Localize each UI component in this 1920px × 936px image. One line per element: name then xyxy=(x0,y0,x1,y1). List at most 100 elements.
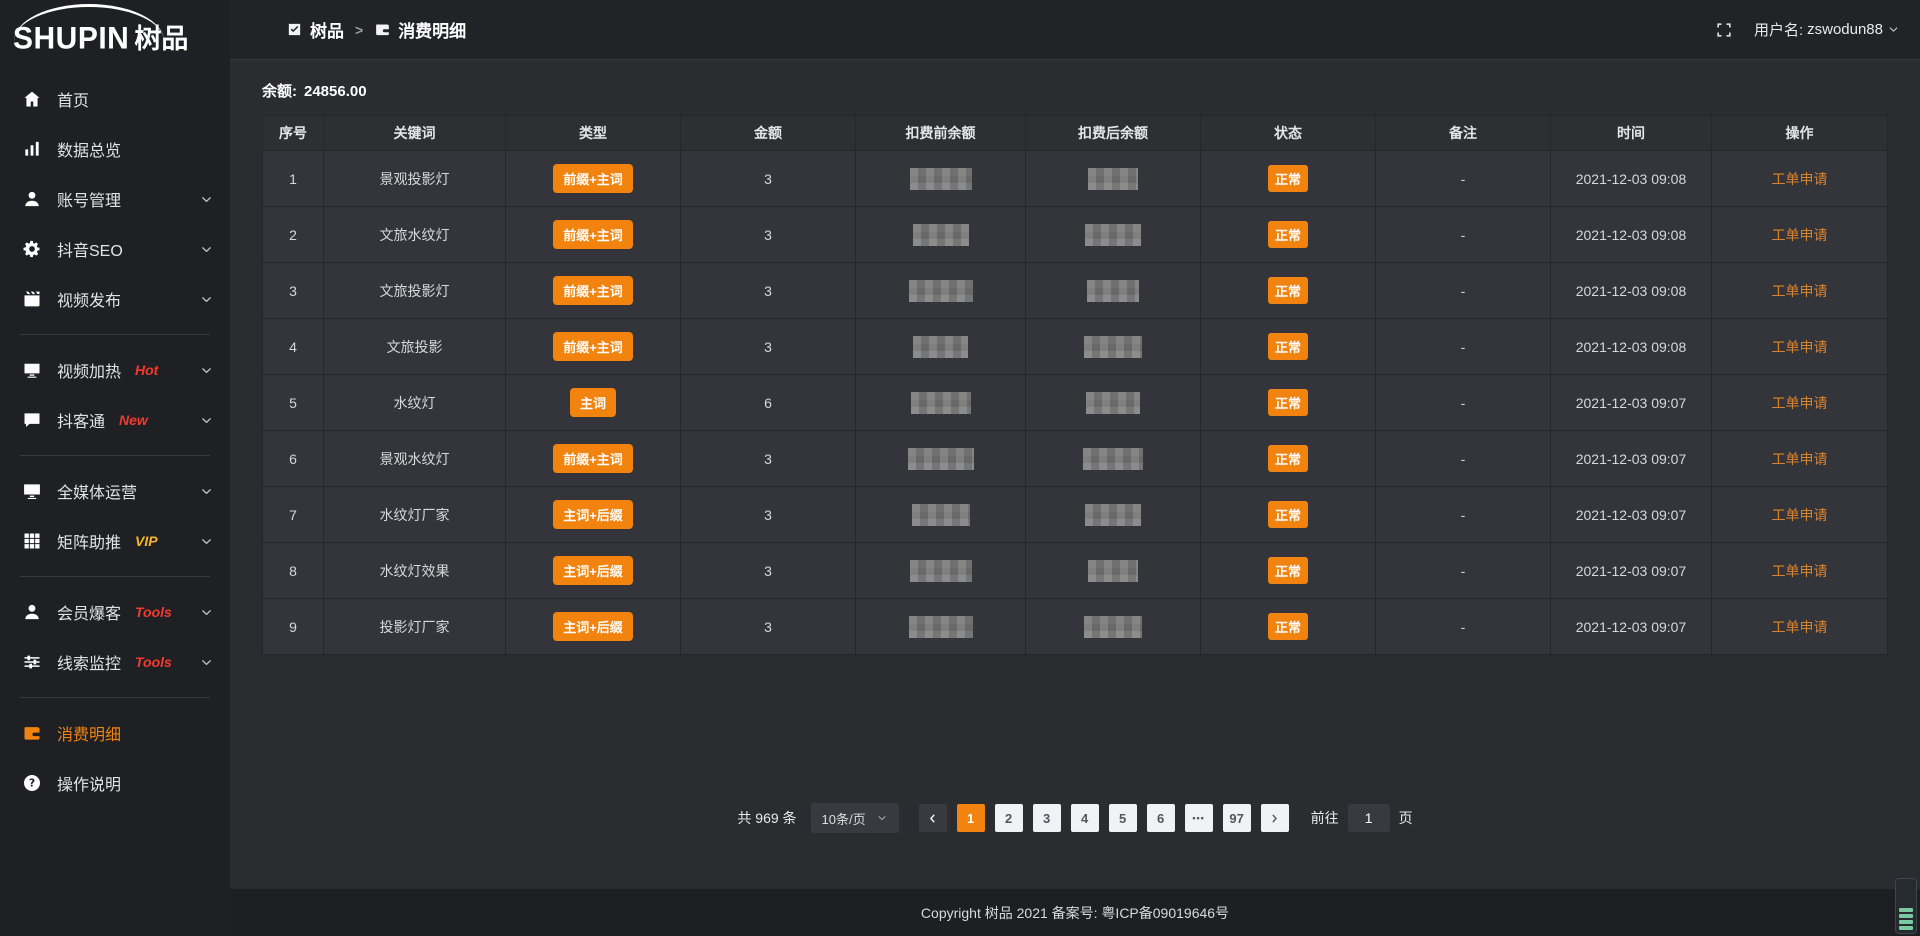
status-badge: 正常 xyxy=(1268,277,1308,304)
sidebar-item-0[interactable]: 首页 xyxy=(0,74,230,124)
censored-value xyxy=(908,448,974,470)
widget-bar xyxy=(1899,920,1913,924)
footer: Copyright 树品 2021 备案号: 粤ICP备09019646号 xyxy=(230,889,1920,936)
sidebar-item-2[interactable]: 账号管理 xyxy=(0,174,230,224)
work-order-link[interactable]: 工单申请 xyxy=(1772,451,1828,467)
sidebar-item-11[interactable]: 消费明细 xyxy=(0,708,230,758)
sidebar-item-label: 抖音SEO xyxy=(57,237,123,261)
table-row: 6景观水纹灯前缀+主词3正常-2021-12-03 09:07工单申请 xyxy=(263,431,1888,487)
pagination-total: 共 969 条 xyxy=(737,808,796,828)
censored-value xyxy=(909,280,973,302)
sidebar-nav: 首页数据总览账号管理抖音SEO视频发布视频加热Hot抖客通New全媒体运营矩阵助… xyxy=(0,64,230,808)
sidebar-item-label: 数据总览 xyxy=(57,137,121,161)
cell-keyword: 文旅投影灯 xyxy=(324,263,506,319)
table-row: 4文旅投影前缀+主词3正常-2021-12-03 09:08工单申请 xyxy=(263,319,1888,375)
page-ellipsis-button[interactable]: ••• xyxy=(1185,804,1213,832)
cell-action: 工单申请 xyxy=(1712,207,1888,263)
censored-value xyxy=(913,224,969,246)
cell-time: 2021-12-03 09:07 xyxy=(1551,375,1712,431)
status-badge: 正常 xyxy=(1268,389,1308,416)
user-menu[interactable]: 用户名: zswodun88 xyxy=(1754,19,1900,40)
column-header: 金额 xyxy=(681,116,856,151)
cell-status: 正常 xyxy=(1201,151,1376,207)
sidebar-item-9[interactable]: 会员爆客Tools xyxy=(0,587,230,637)
work-order-link[interactable]: 工单申请 xyxy=(1772,339,1828,355)
cell-index: 9 xyxy=(263,599,324,655)
cell-balance-after xyxy=(1026,543,1201,599)
page-size-select[interactable]: 10条/页 xyxy=(811,803,899,833)
work-order-link[interactable]: 工单申请 xyxy=(1772,283,1828,299)
sidebar-item-1[interactable]: 数据总览 xyxy=(0,124,230,174)
consumption-table: 序号关键词类型金额扣费前余额扣费后余额状态备注时间操作 1景观投影灯前缀+主词3… xyxy=(262,115,1888,655)
cell-keyword: 文旅水纹灯 xyxy=(324,207,506,263)
page-button-3[interactable]: 3 xyxy=(1033,804,1061,832)
cell-status: 正常 xyxy=(1201,319,1376,375)
logo-text-en: SHUPIN xyxy=(13,21,129,56)
video-icon xyxy=(22,289,42,309)
cell-keyword: 文旅投影 xyxy=(324,319,506,375)
work-order-link[interactable]: 工单申请 xyxy=(1772,507,1828,523)
breadcrumb-item-home[interactable]: 树品 xyxy=(286,17,344,42)
work-order-link[interactable]: 工单申请 xyxy=(1772,395,1828,411)
cell-keyword: 水纹灯 xyxy=(324,375,506,431)
status-badge: 正常 xyxy=(1268,445,1308,472)
goto-page-input[interactable] xyxy=(1348,804,1390,832)
chevron-right-icon xyxy=(1268,812,1281,825)
sidebar-item-5[interactable]: 视频加热Hot xyxy=(0,345,230,395)
status-badge: 正常 xyxy=(1268,165,1308,192)
type-badge: 前缀+主词 xyxy=(553,220,633,249)
sidebar-item-label: 矩阵助推 xyxy=(57,529,121,553)
breadcrumb-label: 树品 xyxy=(310,17,344,42)
work-order-link[interactable]: 工单申请 xyxy=(1772,171,1828,187)
bar-chart-icon xyxy=(22,139,42,159)
sidebar-item-label: 消费明细 xyxy=(57,721,121,745)
widget-bar xyxy=(1899,908,1913,912)
sidebar-item-12[interactable]: ?操作说明 xyxy=(0,758,230,808)
work-order-link[interactable]: 工单申请 xyxy=(1772,563,1828,579)
breadcrumb-item-current[interactable]: 消费明细 xyxy=(374,17,466,42)
table-row: 7水纹灯厂家主词+后缀3正常-2021-12-03 09:07工单申请 xyxy=(263,487,1888,543)
next-page-button[interactable] xyxy=(1261,804,1289,832)
column-header: 操作 xyxy=(1712,116,1888,151)
status-badge: 正常 xyxy=(1268,557,1308,584)
chat-icon xyxy=(22,410,42,430)
sidebar-divider xyxy=(20,334,210,335)
page-buttons: 123456 ••• 97 xyxy=(957,804,1251,832)
work-order-link[interactable]: 工单申请 xyxy=(1772,227,1828,243)
type-badge: 前缀+主词 xyxy=(553,332,633,361)
fullscreen-icon[interactable] xyxy=(1714,20,1734,40)
work-order-link[interactable]: 工单申请 xyxy=(1772,619,1828,635)
page-button-97[interactable]: 97 xyxy=(1223,804,1251,832)
sidebar-item-6[interactable]: 抖客通New xyxy=(0,395,230,445)
chevron-down-icon xyxy=(199,534,214,549)
sidebar-item-badge: VIP xyxy=(135,533,158,549)
cell-type: 前缀+主词 xyxy=(506,207,681,263)
cell-time: 2021-12-03 09:08 xyxy=(1551,207,1712,263)
column-header: 序号 xyxy=(263,116,324,151)
sidebar-item-10[interactable]: 线索监控Tools xyxy=(0,637,230,687)
cell-amount: 3 xyxy=(681,431,856,487)
page-button-1[interactable]: 1 xyxy=(957,804,985,832)
sidebar-item-4[interactable]: 视频发布 xyxy=(0,274,230,324)
page-button-6[interactable]: 6 xyxy=(1147,804,1175,832)
prev-page-button[interactable] xyxy=(919,804,947,832)
sidebar-item-8[interactable]: 矩阵助推 VIP xyxy=(0,516,230,566)
cell-keyword: 水纹灯厂家 xyxy=(324,487,506,543)
cell-index: 5 xyxy=(263,375,324,431)
chevron-left-icon xyxy=(926,812,939,825)
balance-value: 24856.00 xyxy=(304,83,367,100)
page-button-5[interactable]: 5 xyxy=(1109,804,1137,832)
cell-amount: 6 xyxy=(681,375,856,431)
balance-label: 余额: xyxy=(262,83,297,100)
table-row: 5水纹灯主词6正常-2021-12-03 09:07工单申请 xyxy=(263,375,1888,431)
page-button-2[interactable]: 2 xyxy=(995,804,1023,832)
page-button-4[interactable]: 4 xyxy=(1071,804,1099,832)
sidebar-item-3[interactable]: 抖音SEO xyxy=(0,224,230,274)
screen-icon xyxy=(22,360,42,380)
dashboard-icon xyxy=(286,21,303,38)
browser-extension-widget[interactable] xyxy=(1895,878,1917,934)
cell-time: 2021-12-03 09:08 xyxy=(1551,319,1712,375)
table-body: 1景观投影灯前缀+主词3正常-2021-12-03 09:08工单申请2文旅水纹… xyxy=(263,151,1888,655)
wallet-icon xyxy=(22,723,42,743)
sidebar-item-7[interactable]: 全媒体运营 xyxy=(0,466,230,516)
